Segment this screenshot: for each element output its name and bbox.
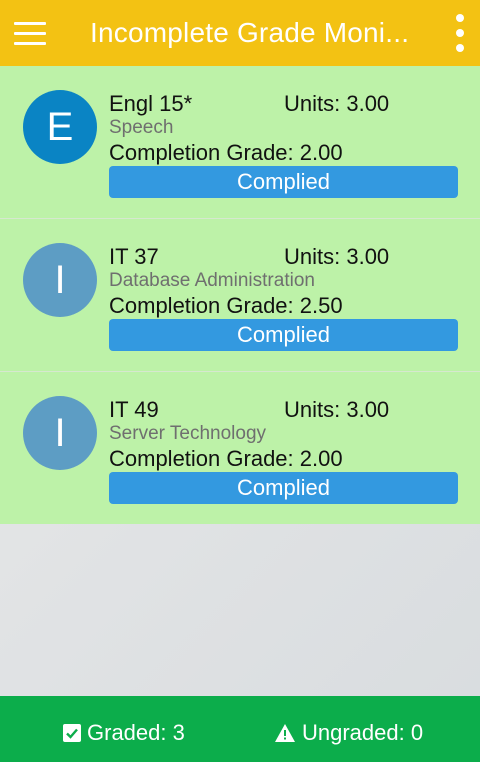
footer-bar: Graded: 3 Ungraded: 0 <box>0 696 480 762</box>
status-button[interactable]: Complied <box>109 319 458 351</box>
avatar: I <box>23 243 97 317</box>
status-button[interactable]: Complied <box>109 166 458 198</box>
course-list: E Engl 15* Units: 3.00 Speech Completion… <box>0 66 480 524</box>
ungraded-label: Ungraded: 0 <box>302 720 424 745</box>
course-subject: Speech <box>109 117 174 138</box>
course-info: Engl 15* Units: 3.00 Speech Completion G… <box>109 91 458 198</box>
course-units: Units: 3.00 <box>284 244 390 269</box>
course-info: IT 49 Units: 3.00 Server Technology Comp… <box>109 397 458 504</box>
list-item[interactable]: I IT 37 Units: 3.00 Database Administrat… <box>0 219 480 372</box>
avatar: E <box>23 90 97 164</box>
course-units: Units: 3.00 <box>284 397 390 422</box>
checkbox-icon <box>63 724 81 742</box>
completion-grade: Completion Grade: 2.50 <box>109 293 343 318</box>
course-units: Units: 3.00 <box>284 91 390 116</box>
course-code: IT 37 <box>109 244 159 269</box>
status-button[interactable]: Complied <box>109 472 458 504</box>
warning-icon <box>275 724 295 742</box>
graded-label: Graded: 3 <box>87 720 185 745</box>
page-title: Incomplete Grade Moni... <box>90 17 410 48</box>
course-subject: Server Technology <box>109 423 267 444</box>
list-item[interactable]: E Engl 15* Units: 3.00 Speech Completion… <box>0 66 480 219</box>
list-item[interactable]: I IT 49 Units: 3.00 Server Technology Co… <box>0 372 480 524</box>
course-subject: Database Administration <box>109 270 315 291</box>
app-bar: Incomplete Grade Moni... <box>0 0 480 66</box>
course-code: IT 49 <box>109 397 159 422</box>
hamburger-menu-icon[interactable] <box>0 0 60 66</box>
completion-grade: Completion Grade: 2.00 <box>109 446 343 471</box>
graded-count[interactable]: Graded: 3 <box>63 720 185 746</box>
ungraded-count[interactable]: Ungraded: 0 <box>274 720 423 746</box>
avatar: I <box>23 396 97 470</box>
more-vert-icon[interactable] <box>448 14 472 52</box>
course-info: IT 37 Units: 3.00 Database Administratio… <box>109 244 458 351</box>
course-code: Engl 15* <box>109 91 193 116</box>
completion-grade: Completion Grade: 2.00 <box>109 140 343 165</box>
